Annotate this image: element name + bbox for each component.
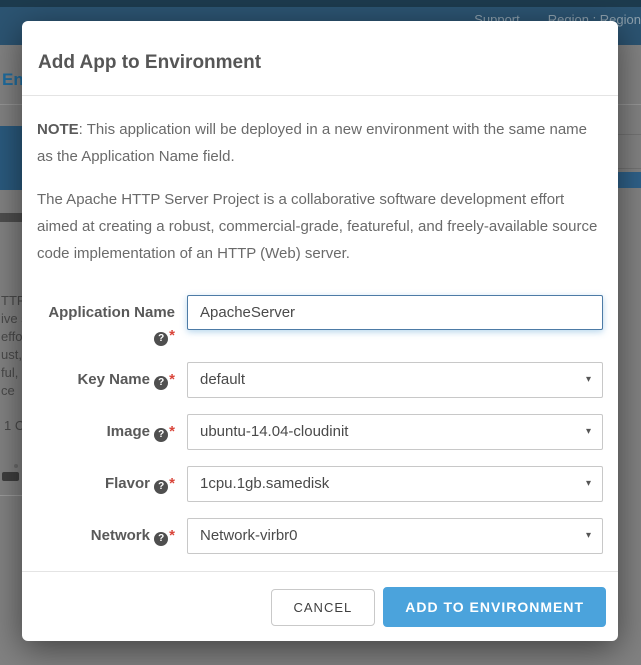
bg-text-line: ust, (1, 346, 23, 364)
top-strip (0, 0, 641, 7)
form-row-key-name: Key Name ?* default ▾ (37, 362, 603, 398)
form-row-network: Network ?* Network-virbr0 ▾ (37, 518, 603, 554)
chevron-down-icon: ▾ (586, 415, 591, 449)
help-icon[interactable]: ? (154, 480, 168, 494)
bg-text-line: ive s (1, 310, 23, 328)
cancel-button[interactable]: CANCEL (271, 589, 376, 626)
flavor-select[interactable]: 1cpu.1gb.samedisk ▾ (187, 466, 603, 502)
background-divider (0, 495, 22, 496)
modal-body: NOTE: This application will be deployed … (22, 96, 618, 571)
required-marker: * (169, 527, 175, 544)
modal-title: Add App to Environment (38, 52, 602, 74)
network-label: Network ?* (37, 518, 187, 554)
help-icon[interactable]: ? (154, 428, 168, 442)
background-text-fragments: TTP ive s effor ust, ful, . ce (1, 292, 23, 400)
image-select[interactable]: ubuntu-14.04-cloudinit ▾ (187, 414, 603, 450)
required-marker: * (169, 475, 175, 492)
bg-text-line: ce (1, 382, 23, 400)
selected-value: Network-virbr0 (200, 527, 298, 544)
application-name-input[interactable] (187, 295, 603, 330)
help-icon[interactable]: ? (154, 332, 168, 346)
modal-footer: CANCEL ADD TO ENVIRONMENT (22, 571, 618, 641)
background-blue-tab (0, 126, 22, 190)
form-row-image: Image ?* ubuntu-14.04-cloudinit ▾ (37, 414, 603, 450)
required-marker: * (169, 423, 175, 440)
form-row-application-name: Application Name ?* (37, 295, 603, 346)
key-name-label: Key Name ?* (37, 362, 187, 398)
add-to-environment-button[interactable]: ADD TO ENVIRONMENT (383, 587, 606, 627)
note-text: : This application will be deployed in a… (37, 121, 587, 165)
field-label-text: Image (107, 423, 150, 440)
chevron-down-icon: ▾ (586, 519, 591, 553)
field-label-text: Application Name (48, 304, 175, 321)
background-panel-header (0, 213, 22, 222)
background-blue-button (616, 172, 641, 188)
add-app-form: Application Name ?* Key Name ?* (37, 295, 603, 554)
background-disk-icon (2, 472, 19, 481)
selected-value: 1cpu.1gb.samedisk (200, 475, 329, 492)
screen: Support Region : Region En TTP ive s eff… (0, 0, 641, 665)
help-icon[interactable]: ? (154, 532, 168, 546)
image-label: Image ?* (37, 414, 187, 450)
environments-link: En (2, 70, 24, 90)
note-paragraph: NOTE: This application will be deployed … (37, 116, 603, 170)
app-description: The Apache HTTP Server Project is a coll… (37, 186, 603, 267)
background-dot-icon (14, 464, 18, 468)
selected-value: ubuntu-14.04-cloudinit (200, 423, 348, 440)
background-box-edge (616, 134, 641, 135)
field-label-text: Network (91, 527, 150, 544)
flavor-label: Flavor ?* (37, 466, 187, 502)
required-marker: * (169, 371, 175, 388)
selected-value: default (200, 371, 245, 388)
bg-text-line: ful, . (1, 364, 23, 382)
note-label: NOTE (37, 121, 79, 138)
form-row-flavor: Flavor ?* 1cpu.1gb.samedisk ▾ (37, 466, 603, 502)
application-name-label: Application Name ?* (37, 295, 187, 346)
modal-header: Add App to Environment (22, 21, 618, 96)
bg-text-line: effor (1, 328, 23, 346)
chevron-down-icon: ▾ (586, 363, 591, 397)
help-icon[interactable]: ? (154, 376, 168, 390)
required-marker: * (169, 327, 175, 344)
add-app-modal: Add App to Environment NOTE: This applic… (22, 21, 618, 641)
key-name-select[interactable]: default ▾ (187, 362, 603, 398)
field-label-text: Flavor (105, 475, 150, 492)
field-label-text: Key Name (77, 371, 150, 388)
bg-text-line: TTP (1, 292, 23, 310)
network-select[interactable]: Network-virbr0 ▾ (187, 518, 603, 554)
background-box-edge (616, 168, 641, 169)
chevron-down-icon: ▾ (586, 467, 591, 501)
